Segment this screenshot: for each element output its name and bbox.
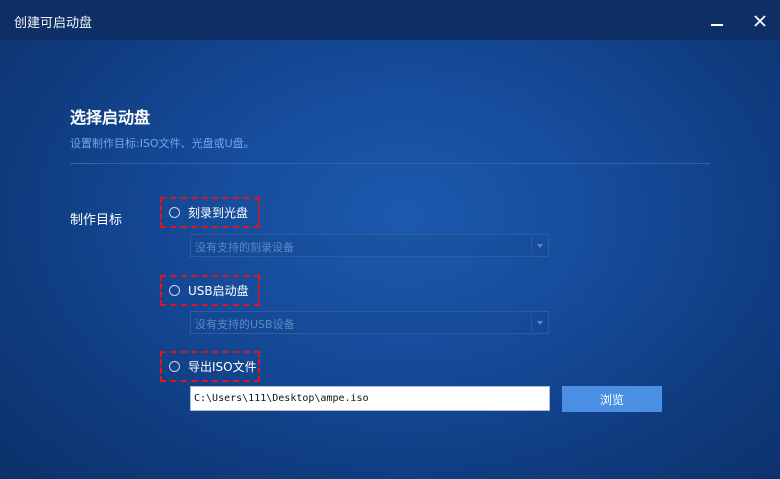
minimize-button[interactable] (702, 6, 732, 36)
radio-export-iso[interactable]: 导出ISO文件 (160, 351, 260, 382)
radio-circle-icon[interactable] (169, 361, 180, 372)
iso-path-input[interactable] (190, 386, 550, 411)
select-separator (531, 314, 532, 331)
radio-circle-icon[interactable] (169, 285, 180, 296)
select-separator (531, 237, 532, 254)
close-icon (754, 12, 766, 31)
burner-device-select[interactable]: 没有支持的刻录设备 (190, 234, 549, 257)
radio-usb-boot-disk[interactable]: USB启动盘 (160, 275, 260, 306)
divider (70, 163, 710, 164)
section-title: 选择启动盘 (70, 108, 151, 127)
minimize-icon (711, 16, 723, 26)
usb-device-select[interactable]: 没有支持的USB设备 (190, 311, 549, 334)
title-bar: 创建可启动盘 (0, 0, 780, 40)
browse-button[interactable]: 浏览 (562, 386, 662, 412)
window-title: 创建可启动盘 (14, 16, 93, 31)
radio-label-export-iso: 导出ISO文件 (188, 360, 257, 374)
close-button[interactable] (745, 6, 775, 36)
chevron-down-icon[interactable] (537, 244, 543, 248)
target-label: 制作目标 (70, 213, 123, 228)
section-subtitle: 设置制作目标:ISO文件、光盘或U盘。 (70, 137, 255, 150)
usb-device-value: 没有支持的USB设备 (195, 318, 295, 331)
chevron-down-icon[interactable] (537, 321, 543, 325)
radio-burn-to-disc[interactable]: 刻录到光盘 (160, 197, 260, 228)
radio-circle-icon[interactable] (169, 207, 180, 218)
radio-label-usb-boot-disk: USB启动盘 (188, 284, 249, 298)
create-bootable-disk-window: 创建可启动盘 选择启动盘 设置制作目标:ISO文件、光盘或U盘。 制作目标 刻录… (0, 0, 780, 479)
radio-label-burn-to-disc: 刻录到光盘 (188, 206, 249, 220)
burner-device-value: 没有支持的刻录设备 (195, 241, 294, 254)
